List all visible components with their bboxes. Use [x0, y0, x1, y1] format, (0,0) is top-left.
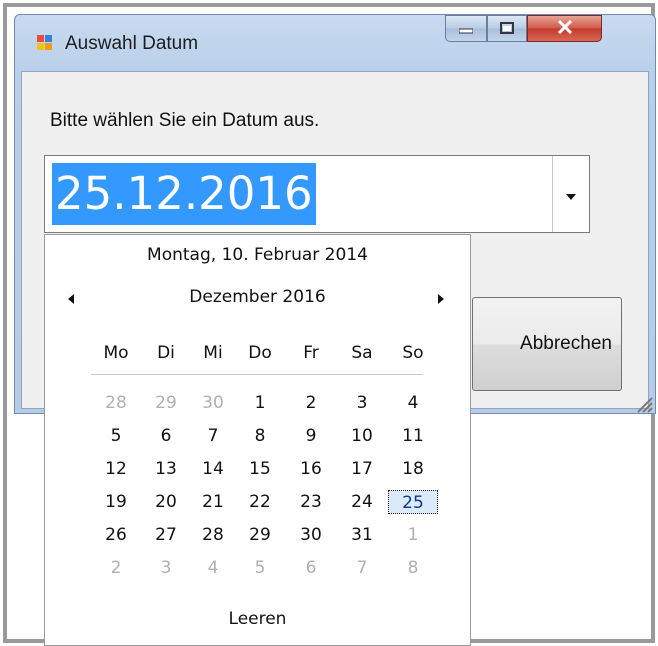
calendar-day[interactable]: 17: [337, 457, 387, 481]
weekday-label: Sa: [351, 343, 373, 363]
calendar-day[interactable]: 29: [141, 391, 191, 415]
arrow-right-icon: [438, 289, 444, 308]
calendar-day[interactable]: 18: [388, 457, 438, 481]
cancel-button-label: Abbrechen: [520, 333, 612, 354]
window-title: Auswahl Datum: [65, 33, 199, 54]
calendar-day[interactable]: 29: [235, 523, 285, 547]
weekday-label: Mo: [103, 343, 129, 363]
weekday-label: Fr: [303, 343, 319, 363]
close-button[interactable]: [527, 15, 602, 42]
calendar-day[interactable]: 6: [286, 556, 336, 580]
calendar-day[interactable]: 1: [388, 523, 438, 547]
close-icon: [557, 19, 573, 38]
calendar-day[interactable]: 5: [91, 424, 141, 448]
month-navigation: Dezember 2016: [45, 287, 470, 311]
calendar-day[interactable]: 4: [188, 556, 238, 580]
calendar-day[interactable]: 15: [235, 457, 285, 481]
calendar-day[interactable]: 13: [141, 457, 191, 481]
calendar-day[interactable]: 23: [286, 490, 336, 514]
calendar-day[interactable]: 3: [337, 391, 387, 415]
app-icon: [37, 35, 53, 51]
cancel-button[interactable]: Abbrechen: [472, 297, 622, 391]
weekday-divider: [91, 374, 423, 375]
weekday-label: Do: [248, 343, 272, 363]
weekday-label: Mi: [203, 343, 223, 363]
maximize-icon: [500, 19, 514, 38]
calendar-day[interactable]: 22: [235, 490, 285, 514]
calendar-day[interactable]: 11: [388, 424, 438, 448]
calendar-day[interactable]: 21: [188, 490, 238, 514]
calendar-day[interactable]: 27: [141, 523, 191, 547]
calendar-day[interactable]: 28: [91, 391, 141, 415]
calendar-day[interactable]: 14: [188, 457, 238, 481]
prompt-label: Bitte wählen Sie ein Datum aus.: [50, 110, 320, 131]
calendar-day[interactable]: 4: [388, 391, 438, 415]
minimize-icon: [458, 19, 474, 38]
dropdown-button[interactable]: [552, 156, 589, 232]
calendar-day[interactable]: 6: [141, 424, 191, 448]
weekday-label: So: [402, 343, 424, 363]
calendar-day[interactable]: 25: [388, 490, 438, 514]
month-label[interactable]: Dezember 2016: [45, 287, 470, 307]
clear-button[interactable]: Leeren: [45, 609, 470, 629]
calendar-day[interactable]: 12: [91, 457, 141, 481]
calendar-day[interactable]: 30: [286, 523, 336, 547]
calendar-day[interactable]: 2: [286, 391, 336, 415]
calendar-day[interactable]: 20: [141, 490, 191, 514]
calendar-day[interactable]: 8: [388, 556, 438, 580]
date-value[interactable]: 25.12.2016: [52, 163, 316, 225]
calendar-day[interactable]: 31: [337, 523, 387, 547]
calendar-day[interactable]: 26: [91, 523, 141, 547]
calendar-day[interactable]: 8: [235, 424, 285, 448]
calendar-day[interactable]: 19: [91, 490, 141, 514]
maximize-button[interactable]: [487, 15, 527, 42]
calendar-day[interactable]: 10: [337, 424, 387, 448]
calendar-day[interactable]: 28: [188, 523, 238, 547]
minimize-button[interactable]: [445, 15, 487, 42]
calendar-day[interactable]: 2: [91, 556, 141, 580]
weekday-label: Di: [157, 343, 175, 363]
date-picker[interactable]: 25.12.2016: [44, 155, 590, 233]
calendar-day[interactable]: 7: [337, 556, 387, 580]
calendar-day[interactable]: 3: [141, 556, 191, 580]
calendar-day[interactable]: 5: [235, 556, 285, 580]
calendar-day[interactable]: 1: [235, 391, 285, 415]
calendar-day[interactable]: 16: [286, 457, 336, 481]
next-month-button[interactable]: [435, 291, 447, 305]
calendar-day[interactable]: 9: [286, 424, 336, 448]
chevron-down-icon: [566, 185, 576, 204]
calendar-day[interactable]: 7: [188, 424, 238, 448]
today-label[interactable]: Montag, 10. Februar 2014: [45, 245, 470, 265]
resize-grip-icon[interactable]: [633, 393, 653, 413]
calendar-day[interactable]: 30: [188, 391, 238, 415]
calendar-popup: Montag, 10. Februar 2014 Dezember 2016 M…: [44, 234, 471, 646]
calendar-day[interactable]: 24: [337, 490, 387, 514]
